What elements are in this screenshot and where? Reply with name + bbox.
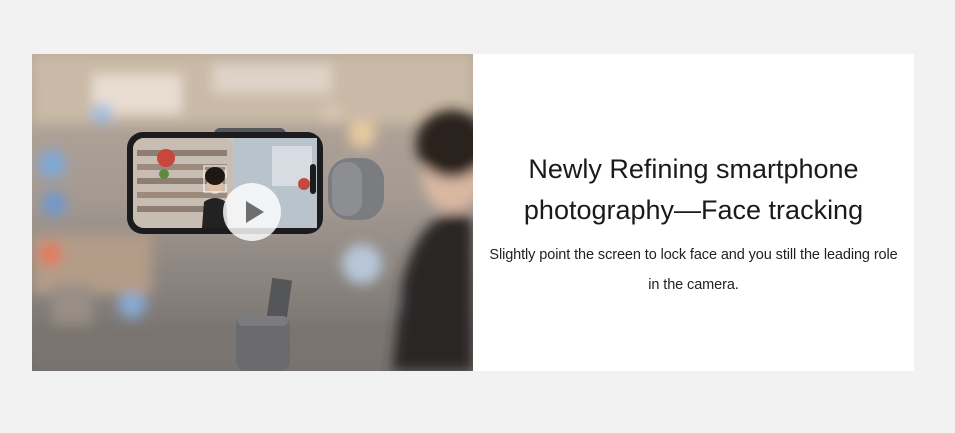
feature-headline-line-1: Newly Refining smartphone [528,154,859,184]
play-icon [246,201,264,223]
feature-text-panel: Newly Refining smartphone photography—Fa… [473,54,914,371]
feature-description: Slightly point the screen to lock face a… [473,240,914,300]
feature-card: Newly Refining smartphone photography—Fa… [32,54,914,371]
play-button[interactable] [223,183,281,241]
feature-headline: Newly Refining smartphone photography—Fa… [473,149,914,231]
video-thumbnail[interactable] [32,54,473,371]
feature-description-line-2: in the camera. [648,277,739,293]
feature-description-line-1: Slightly point the screen to lock face a… [489,247,898,263]
feature-headline-line-2: photography—Face tracking [523,195,864,225]
